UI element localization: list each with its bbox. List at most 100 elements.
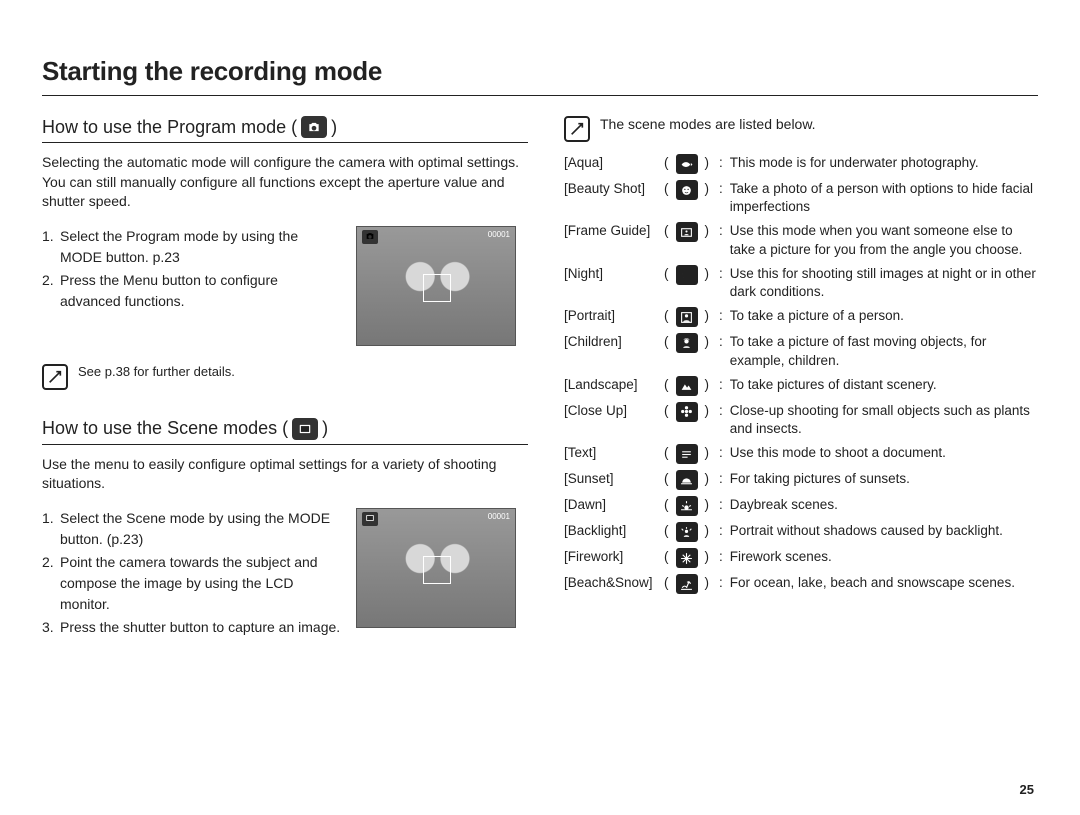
scene-description: Use this mode when you want someone else… [730,222,1038,258]
scene-row: [Text]():Use this mode to shoot a docume… [564,444,1038,464]
colon: : [719,496,723,514]
scene-row: [Backlight](): Portrait without shadows c… [564,522,1038,542]
scene-description: This mode is for underwater photography. [730,154,1038,172]
scene-intro-text: Use the menu to easily configure optimal… [42,455,528,494]
scene-row: [Frame Guide]():Use this mode when you w… [564,222,1038,258]
colon: : [719,402,723,420]
scene-description: Daybreak scenes. [730,496,1038,514]
scene-row: [Portrait]():To take a picture of a pers… [564,307,1038,327]
scene-label: [Close Up] [564,402,660,420]
page-title: Starting the recording mode [42,56,1038,96]
backlight-icon [676,522,698,542]
scene-mode-icon [292,418,318,440]
paren-open: ( [664,333,669,351]
scene-label: [Beauty Shot] [564,180,660,198]
frame-guide-icon [676,222,698,242]
program-intro: Selecting the automatic mode will config… [42,153,528,212]
paren-close: ) [705,522,710,540]
lcd-mode-badge [362,512,378,526]
paren-close: ) [705,222,710,240]
scene-label: [Night] [564,265,660,283]
paren-open: ( [664,402,669,420]
flower-icon [676,402,698,422]
scene-heading-post: ) [322,418,328,439]
scene-label: [Dawn] [564,496,660,514]
paren-close: ) [705,444,710,462]
scene-label: [Portrait] [564,307,660,325]
paren-close: ) [705,265,710,283]
paren-close: ) [705,574,710,592]
scene-label: [Aqua] [564,154,660,172]
paren-close: ) [705,470,710,488]
scene-step: Press the shutter button to capture an i… [42,617,342,638]
scene-row: [Children]():To take a picture of fast m… [564,333,1038,369]
colon: : [719,333,723,351]
note-icon [564,116,590,142]
paren-open: ( [664,265,669,283]
firework-icon [676,548,698,568]
paren-close: ) [705,496,710,514]
scene-description: Use this mode to shoot a document. [730,444,1038,462]
scene-row: [Beauty Shot](): Take a photo of a person… [564,180,1038,216]
scene-step: Select the Scene mode by using the MODE … [42,508,342,550]
paren-open: ( [664,154,669,172]
moon-icon [676,265,698,285]
paren-close: ) [705,333,710,351]
scene-description: Take a photo of a person with options to… [730,180,1038,216]
lcd-focus-frame [423,274,451,302]
paren-open: ( [664,180,669,198]
sunset-icon [676,470,698,490]
paren-close: ) [705,402,710,420]
program-note-text: See p.38 for further details. [78,364,235,379]
lcd-mode-badge [362,230,378,244]
scene-description: Close-up shooting for small objects such… [730,402,1038,438]
paren-open: ( [664,444,669,462]
paren-open: ( [664,522,669,540]
paren-open: ( [664,496,669,514]
scene-label: [Backlight] [564,522,660,540]
colon: : [719,180,723,198]
paren-open: ( [664,470,669,488]
scene-heading-pre: How to use the Scene modes ( [42,418,288,439]
scene-label: [Firework] [564,548,660,566]
scene-row: [Aqua]():This mode is for underwater pho… [564,154,1038,174]
scene-lcd-preview: 00001 [356,508,516,628]
scene-label: [Sunset] [564,470,660,488]
scene-row: [Dawn](): Daybreak scenes. [564,496,1038,516]
paren-close: ) [705,548,710,566]
scene-row: [Sunset]():For taking pictures of sunset… [564,470,1038,490]
lcd-focus-frame [423,556,451,584]
scene-row: [Firework]():Firework scenes. [564,548,1038,568]
scene-description: Portrait without shadows caused by backl… [730,522,1038,540]
scene-description: To take a picture of a person. [730,307,1038,325]
colon: : [719,574,723,592]
paren-open: ( [664,307,669,325]
children-icon [676,333,698,353]
page-number: 25 [1020,782,1034,797]
scene-description: To take a picture of fast moving objects… [730,333,1038,369]
text-icon [676,444,698,464]
program-mode-heading: How to use the Program mode ( ) [42,116,528,143]
colon: : [719,376,723,394]
paren-open: ( [664,574,669,592]
beach-icon [676,574,698,594]
program-note: See p.38 for further details. [42,364,528,390]
colon: : [719,444,723,462]
dawn-icon [676,496,698,516]
scene-row: [Landscape]():To take pictures of distan… [564,376,1038,396]
paren-open: ( [664,222,669,240]
scene-steps: Select the Scene mode by using the MODE … [42,508,342,640]
scene-description: To take pictures of distant scenery. [730,376,1038,394]
mountain-icon [676,376,698,396]
program-steps: Select the Program mode by using the MOD… [42,226,342,314]
colon: : [719,522,723,540]
scene-mode-heading: How to use the Scene modes ( ) [42,418,528,445]
scene-row: [Beach&Snow]():For ocean, lake, beach an… [564,574,1038,594]
program-mode-icon [301,116,327,138]
paren-open: ( [664,548,669,566]
paren-close: ) [705,180,710,198]
colon: : [719,154,723,172]
colon: : [719,548,723,566]
program-step: Press the Menu button to configure advan… [42,270,342,312]
program-heading-pre: How to use the Program mode ( [42,117,297,138]
